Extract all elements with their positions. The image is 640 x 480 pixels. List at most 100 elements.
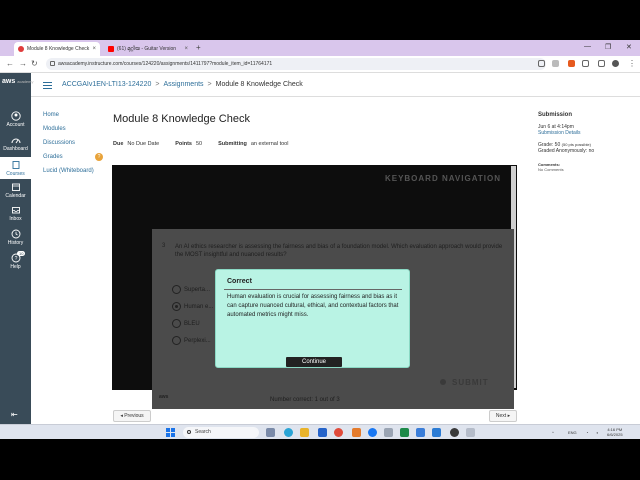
windows-taskbar: Search ^ ENG ◔ ◖ 4:16 PM 6/6/2025 [0, 424, 640, 439]
taskbar-clock[interactable]: 4:16 PM 6/6/2025 [607, 427, 623, 437]
new-tab-icon[interactable]: + [196, 43, 201, 52]
help-badge: 10 [17, 251, 26, 256]
edge-icon[interactable] [284, 428, 293, 437]
header-divider [31, 96, 640, 97]
excel-icon[interactable] [400, 428, 409, 437]
puzzle-icon[interactable] [582, 60, 589, 67]
close-tab-icon[interactable]: × [92, 46, 96, 52]
address-bar[interactable]: awsacademy.instructure.com/courses/12422… [46, 58, 546, 70]
course-nav-home[interactable]: Home [43, 112, 94, 118]
submit-dot-icon [440, 379, 446, 385]
breadcrumb: ACCGAIv1EN-LTI13-124220 > Assignments > … [62, 81, 303, 88]
volume-icon[interactable]: ◖ [596, 430, 598, 435]
canvas-favicon-icon [18, 46, 24, 52]
feedback-divider [224, 289, 402, 290]
nav-help[interactable]: ? Help 10 [0, 251, 31, 270]
profile-icon[interactable] [612, 60, 619, 67]
menu-kebab-icon[interactable]: ⋮ [628, 59, 636, 68]
radio-icon[interactable] [172, 319, 181, 328]
browser-window: Module 8 Knowledge Check × (61) മുറ്റിയ … [0, 40, 640, 439]
course-nav: Home Modules Discussions Grades ? Lucid … [43, 112, 103, 182]
sidepanel-icon[interactable] [598, 60, 605, 67]
question-text: An AI ethics researcher is assessing the… [175, 244, 503, 258]
language-indicator[interactable]: ENG [568, 430, 577, 435]
windows-start-icon[interactable] [166, 428, 175, 437]
tab-strip: Module 8 Knowledge Check × (61) മുറ്റിയ … [0, 40, 640, 56]
breadcrumb-current: Module 8 Knowledge Check [215, 81, 303, 88]
star-icon[interactable] [552, 60, 559, 67]
nav-account[interactable]: Account [0, 111, 31, 128]
answer-option[interactable]: BLEU [172, 319, 200, 328]
vscode-icon[interactable] [432, 428, 441, 437]
course-nav-lucid[interactable]: Lucid (Whiteboard) [43, 168, 94, 174]
taskbar-search[interactable]: Search [183, 427, 259, 438]
course-nav-grades[interactable]: Grades ? [43, 153, 103, 161]
inbox-icon [11, 207, 20, 214]
chrome-icon[interactable] [334, 428, 343, 437]
back-icon[interactable]: ← [6, 59, 14, 68]
number-correct: Number correct: 1 out of 3 [270, 397, 340, 403]
youtube-favicon-icon [108, 46, 114, 52]
page-title: Module 8 Knowledge Check [113, 113, 250, 125]
breadcrumb-assignments[interactable]: Assignments [163, 81, 203, 88]
reload-icon[interactable]: ↻ [31, 59, 38, 68]
extension-icon[interactable] [568, 60, 575, 67]
grades-badge: ? [95, 153, 103, 161]
course-menu-toggle-icon[interactable] [43, 82, 52, 91]
book-icon [12, 161, 19, 169]
nav-courses[interactable]: Courses [0, 157, 31, 179]
radio-icon[interactable] [172, 336, 181, 345]
wifi-icon[interactable]: ◔ [586, 430, 588, 435]
facebook-icon[interactable] [368, 428, 377, 437]
tray-overflow-icon[interactable]: ^ [552, 430, 554, 435]
app-icon[interactable] [466, 428, 475, 437]
calendar-icon [11, 183, 20, 191]
continue-button[interactable]: Continue [286, 357, 342, 367]
minimize-icon[interactable]: — [584, 43, 591, 50]
answer-option[interactable]: Superta... [172, 285, 210, 294]
feedback-title: Correct [227, 278, 252, 285]
breadcrumb-course[interactable]: ACCGAIv1EN-LTI13-124220 [62, 81, 151, 88]
install-app-icon[interactable] [538, 60, 545, 67]
task-view-icon[interactable] [266, 428, 275, 437]
dashboard-gauge-icon [11, 138, 20, 144]
app-icon[interactable] [352, 428, 361, 437]
radio-icon[interactable] [172, 285, 181, 294]
keyboard-navigation-label[interactable]: KEYBOARD NAVIGATION [385, 174, 501, 183]
nav-history[interactable]: History [0, 229, 31, 246]
answer-option[interactable]: Human e... [172, 302, 213, 311]
aws-logo: aws [159, 394, 169, 400]
forward-icon[interactable]: → [19, 59, 27, 68]
close-tab-icon[interactable]: × [184, 46, 188, 52]
feedback-body: Human evaluation is crucial for assessin… [227, 294, 399, 318]
maximize-icon[interactable]: ❐ [605, 43, 611, 51]
radio-selected-icon[interactable] [172, 302, 181, 311]
course-nav-discussions[interactable]: Discussions [43, 140, 94, 146]
collapse-nav-icon[interactable]: ⇤ [11, 410, 18, 419]
word-icon[interactable] [416, 428, 425, 437]
assignment-meta: Due No Due Date Points 50 Submitting an … [113, 141, 289, 147]
aws-academy-logo[interactable]: aws academy [2, 78, 33, 85]
media-icon[interactable] [450, 428, 459, 437]
answer-option[interactable]: Perplexi... [172, 336, 211, 345]
app-icon[interactable] [384, 428, 393, 437]
next-button[interactable]: Next ▸ [489, 410, 517, 422]
nav-calendar[interactable]: Calendar [0, 182, 31, 199]
site-info-icon[interactable] [50, 61, 55, 66]
nav-inbox[interactable]: Inbox [0, 205, 31, 222]
tab-youtube[interactable]: (61) മുറ്റിയ - Guitar Version × [104, 42, 192, 56]
submission-details-link[interactable]: Submission Details [538, 130, 594, 136]
submit-button[interactable]: SUBMIT [440, 378, 489, 387]
nav-dashboard[interactable]: Dashboard [0, 135, 31, 152]
file-explorer-icon[interactable] [300, 428, 309, 437]
course-nav-modules[interactable]: Modules [43, 126, 94, 132]
global-nav: aws academy Account Dashboard Courses Cal… [0, 73, 33, 439]
close-window-icon[interactable]: ✕ [626, 43, 632, 51]
svg-text:?: ? [14, 256, 17, 262]
store-icon[interactable] [318, 428, 327, 437]
question-number: 3 [162, 243, 166, 249]
clock-icon [11, 229, 20, 239]
tab-module-8[interactable]: Module 8 Knowledge Check × [14, 42, 100, 56]
browser-toolbar: ← → ↻ awsacademy.instructure.com/courses… [0, 56, 640, 73]
previous-button[interactable]: ◂ Previous [113, 410, 151, 422]
